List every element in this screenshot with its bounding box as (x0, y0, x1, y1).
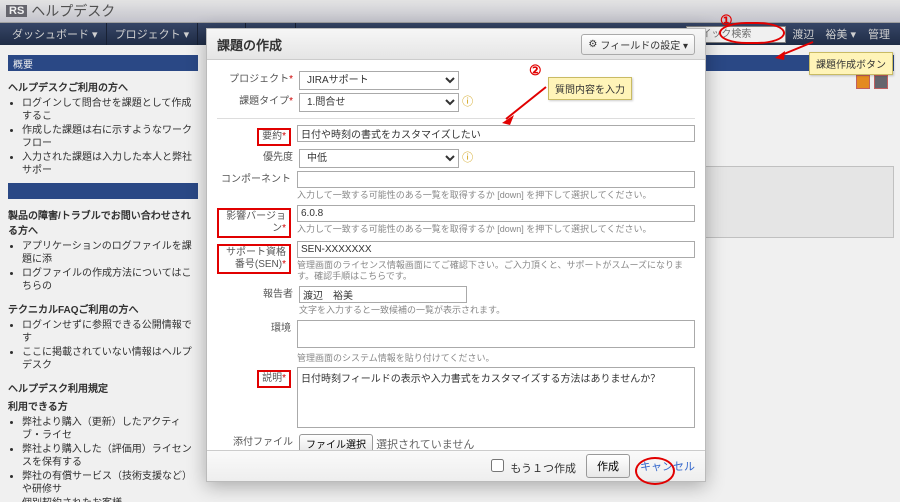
label-env: 環境 (271, 323, 291, 334)
help-icon[interactable]: ⓘ (462, 96, 473, 108)
submit-button[interactable]: 作成 (586, 454, 630, 478)
hint: 管理画面のライセンス情報画面にてご確認下さい。ご入力頂くと、サポートがスムーズに… (297, 260, 695, 283)
label-priority: 優先度 (263, 152, 293, 163)
hint: 管理画面のシステム情報を貼り付けてください。 (297, 353, 695, 365)
label-type: 課題タイプ (239, 96, 289, 107)
label-sen: サポート資格番号(SEN) (226, 247, 286, 270)
label-attach: 添付ファイル (233, 437, 293, 448)
dialog-title: 課題の作成 (217, 35, 282, 54)
hint: 入力して一致する可能性のある一覧を取得するか [down] を押下して選択してく… (297, 224, 695, 236)
issuetype-select[interactable]: 1.問合せ (299, 93, 459, 112)
project-select[interactable]: JIRAサポート (299, 71, 459, 90)
hint: 文字を入力すると一致候補の一覧が表示されます。 (299, 305, 695, 317)
label-component: コンポーネント (221, 174, 291, 185)
label-reporter: 報告者 (263, 289, 293, 300)
reporter-input[interactable] (299, 286, 467, 303)
configure-fields-button[interactable]: ⚙ フィールドの設定 ▾ (581, 34, 695, 55)
label-affect: 影響バージョン (226, 211, 286, 234)
dialog-body: プロジェクト* JIRAサポート 課題タイプ* 1.問合せ ⓘ 要約* 優先度 … (207, 60, 705, 450)
summary-input[interactable] (297, 125, 695, 142)
label-project: プロジェクト (229, 74, 289, 85)
create-another-checkbox[interactable]: もう１つ作成 (487, 456, 576, 476)
file-state: 選択されていません (376, 439, 474, 450)
callout-1: ① (720, 12, 733, 29)
callout-2: ② (529, 62, 542, 79)
hint: 入力して一致する可能性のある一覧を取得するか [down] を押下して選択してく… (297, 190, 695, 202)
sen-input[interactable] (297, 241, 695, 258)
label-desc: 説明 (262, 373, 282, 384)
callout-note: 課題作成ボタン (809, 52, 893, 75)
affects-version-input[interactable] (297, 205, 695, 222)
help-icon[interactable]: ⓘ (462, 152, 473, 164)
cancel-link[interactable]: キャンセル (640, 458, 695, 474)
priority-select[interactable]: 中低 (299, 149, 459, 168)
gear-icon: ⚙ (588, 39, 597, 50)
dialog-header: 課題の作成 ⚙ フィールドの設定 ▾ (207, 29, 705, 60)
configure-fields-label: フィールドの設定 ▾ (600, 37, 688, 52)
component-input[interactable] (297, 171, 695, 188)
label-summary: 要約 (262, 131, 282, 142)
callout-tip: 質問内容を入力 (548, 77, 632, 100)
environment-textarea[interactable] (297, 320, 695, 348)
dialog-footer: もう１つ作成 作成 キャンセル (207, 450, 705, 481)
file-select-button[interactable]: ファイル選択 (299, 434, 373, 450)
description-textarea[interactable] (297, 367, 695, 428)
